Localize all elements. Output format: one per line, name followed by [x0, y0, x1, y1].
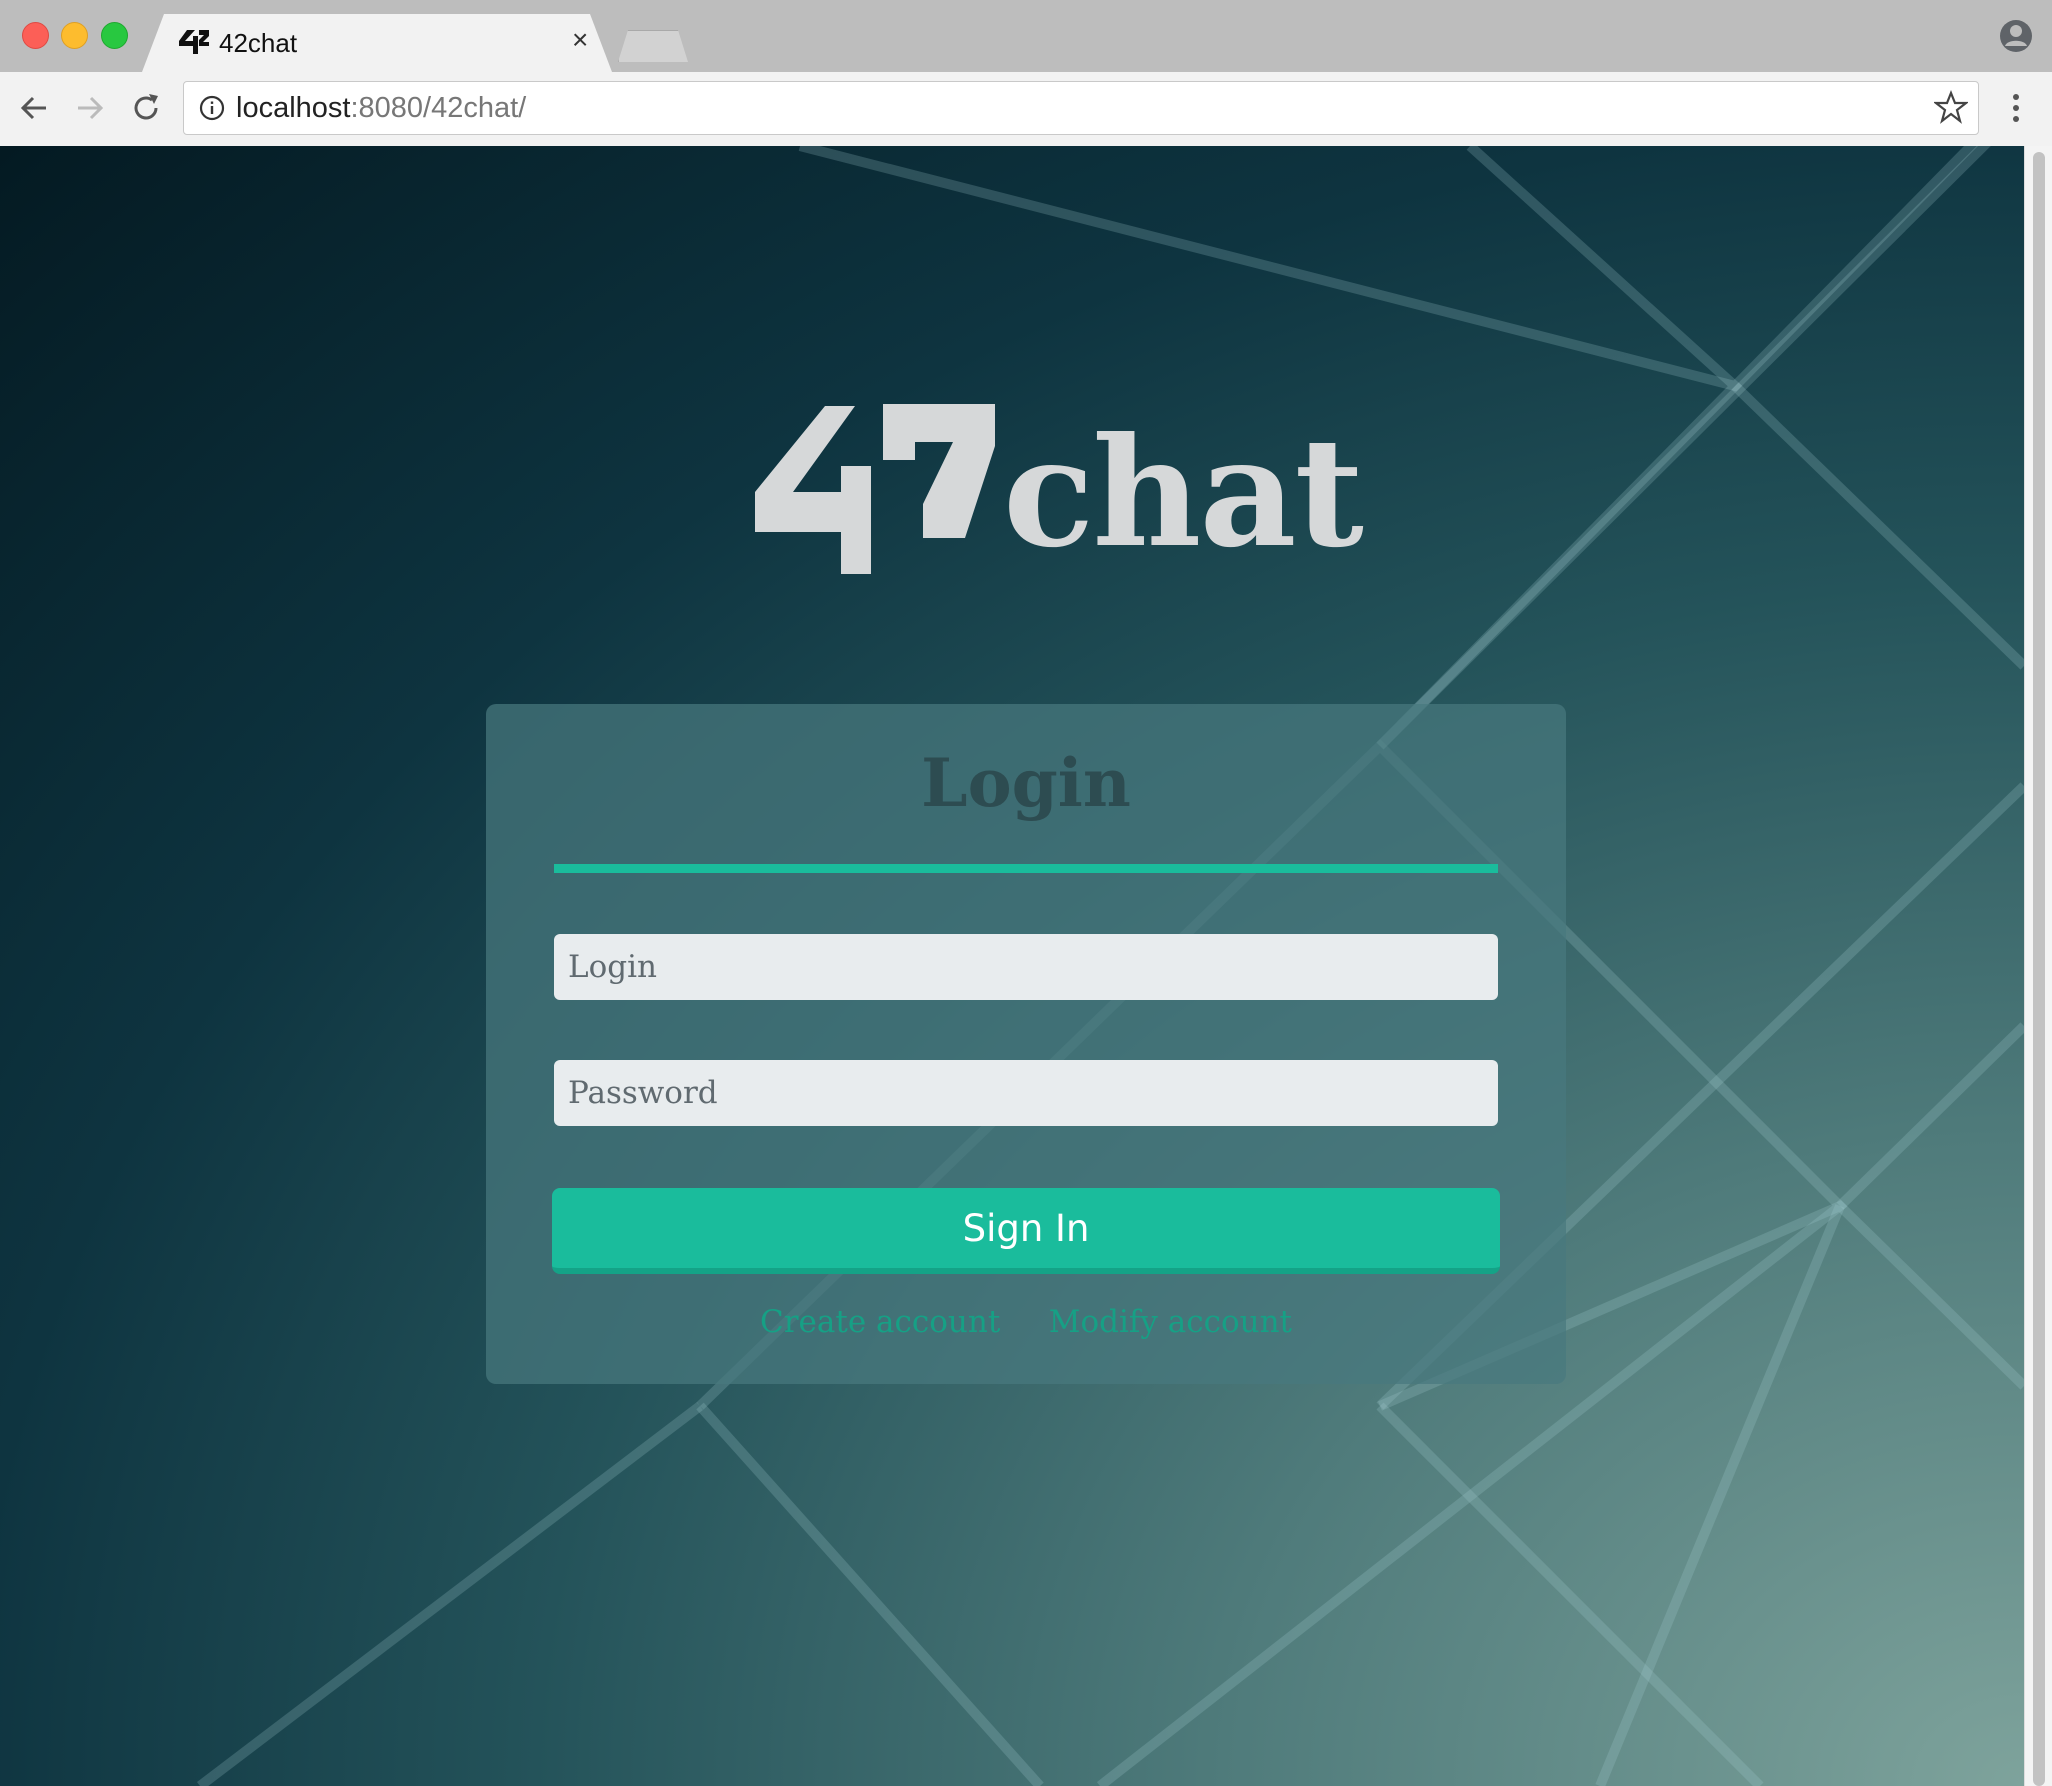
sign-in-button[interactable]: Sign In	[552, 1188, 1500, 1274]
login-input[interactable]	[554, 934, 1498, 1000]
star-icon[interactable]	[1934, 90, 1968, 124]
window-minimize-button[interactable]	[61, 22, 88, 49]
create-account-link[interactable]: Create account	[760, 1304, 1000, 1340]
login-title: Login	[921, 744, 1131, 822]
address-bar[interactable]: localhost:8080/42chat/	[183, 81, 1979, 135]
modify-account-link[interactable]: Modify account	[1049, 1304, 1292, 1340]
logo-word: chat	[1003, 405, 1364, 581]
logo-42-mark	[755, 404, 995, 574]
url-host: localhost	[236, 92, 351, 124]
window-maximize-button[interactable]	[101, 22, 128, 49]
menu-icon[interactable]	[2000, 90, 2032, 126]
window-close-button[interactable]	[22, 22, 49, 49]
logo: chat	[755, 404, 1364, 574]
login-card: Login Sign In Create account Modify acco…	[486, 704, 1566, 1384]
favicon-42-icon	[179, 30, 209, 54]
url-path: :8080/42chat/	[350, 92, 527, 124]
page-scrollbar[interactable]	[2024, 146, 2052, 1786]
profile-icon[interactable]	[1998, 18, 2034, 54]
url-text: localhost:8080/42chat/	[236, 92, 526, 125]
back-arrow-icon[interactable]	[16, 90, 52, 126]
page-viewport: chat Login Sign In Create account Modify…	[0, 146, 2024, 1786]
new-tab-button[interactable]	[618, 30, 688, 62]
forward-arrow-icon[interactable]	[72, 90, 108, 126]
scrollbar-thumb[interactable]	[2033, 152, 2045, 1786]
password-input[interactable]	[554, 1060, 1498, 1126]
title-divider	[554, 864, 1498, 873]
reload-icon[interactable]	[128, 90, 164, 126]
browser-toolbar: localhost:8080/42chat/	[0, 72, 2052, 147]
browser-tab[interactable]: 42chat ×	[142, 14, 612, 72]
tab-close-icon[interactable]: ×	[572, 26, 588, 54]
info-icon[interactable]	[198, 94, 226, 122]
browser-titlebar: 42chat ×	[0, 0, 2052, 72]
account-links: Create account Modify account	[486, 1304, 1566, 1340]
tab-title: 42chat	[219, 28, 298, 58]
